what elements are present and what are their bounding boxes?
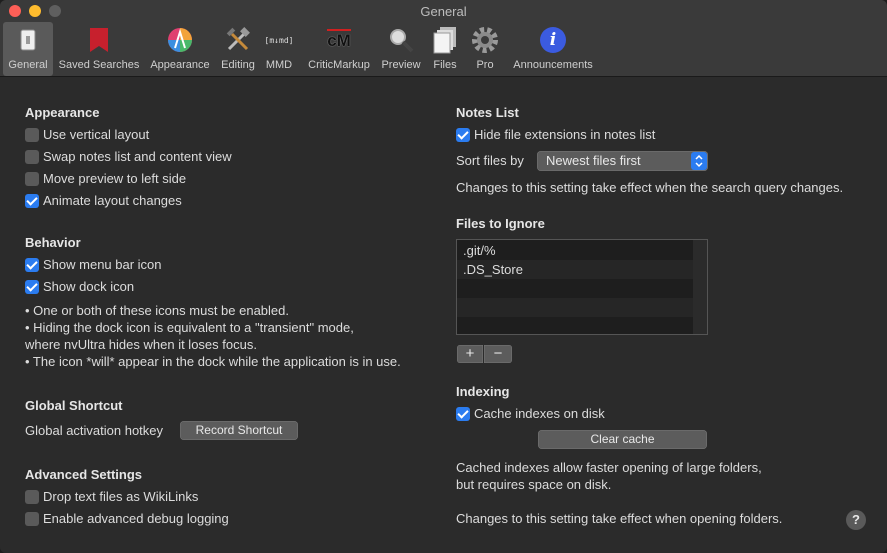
tab-files[interactable]: Files bbox=[428, 22, 462, 76]
list-row-empty bbox=[457, 279, 693, 298]
tab-label: Preview bbox=[381, 59, 421, 71]
general-pane: Appearance Use vertical layout Swap note… bbox=[0, 77, 887, 553]
move-preview-label: Move preview to left side bbox=[43, 171, 187, 186]
drop-wikilinks-label: Drop text files as WikiLinks bbox=[43, 489, 199, 504]
show-menu-bar-icon-checkbox[interactable] bbox=[25, 258, 39, 272]
tab-saved-searches[interactable]: Saved Searches bbox=[55, 22, 143, 76]
use-vertical-layout-label: Use vertical layout bbox=[43, 127, 150, 142]
global-shortcut-heading: Global Shortcut bbox=[25, 398, 123, 413]
bookmark-icon bbox=[84, 25, 114, 55]
indexing-heading: Indexing bbox=[456, 384, 510, 399]
animate-layout-checkbox[interactable] bbox=[25, 194, 39, 208]
tab-pro[interactable]: Pro bbox=[468, 22, 502, 76]
window-title: General bbox=[420, 4, 467, 19]
tab-announcements[interactable]: i Announcements bbox=[508, 22, 598, 76]
general-icon bbox=[13, 25, 43, 55]
help-button[interactable]: ? bbox=[846, 510, 866, 530]
indexing-note: Cached indexes allow faster opening of l… bbox=[456, 460, 762, 475]
add-ignore-button[interactable]: + bbox=[457, 345, 483, 363]
list-row-empty bbox=[457, 317, 693, 334]
use-vertical-layout-checkbox[interactable] bbox=[25, 128, 39, 142]
sort-files-label: Sort files by bbox=[456, 153, 524, 168]
behavior-note: • One or both of these icons must be ena… bbox=[25, 303, 289, 318]
advanced-settings-heading: Advanced Settings bbox=[25, 467, 143, 482]
tab-label: Pro bbox=[476, 59, 494, 71]
debug-logging-checkbox[interactable] bbox=[25, 512, 39, 526]
mmd-icon: [m↓md] bbox=[261, 25, 297, 55]
select-arrows-icon bbox=[691, 152, 707, 170]
remove-ignore-button[interactable]: − bbox=[484, 345, 512, 363]
sort-files-value: Newest files first bbox=[546, 153, 641, 168]
record-shortcut-button[interactable]: Record Shortcut bbox=[180, 421, 298, 440]
tab-label: General bbox=[8, 59, 48, 71]
behavior-note: where nvUltra hides when it loses focus. bbox=[25, 337, 257, 352]
list-scroll-track bbox=[693, 240, 707, 334]
sort-files-note: Changes to this setting take effect when… bbox=[456, 180, 844, 195]
behavior-note: • The icon *will* appear in the dock whi… bbox=[25, 354, 401, 369]
swap-notes-label: Swap notes list and content view bbox=[43, 149, 232, 164]
behavior-heading: Behavior bbox=[25, 235, 81, 250]
tab-label: MMD bbox=[265, 59, 293, 71]
preferences-window: General General Saved Searches Appearanc… bbox=[0, 0, 887, 553]
behavior-note: • Hiding the dock icon is equivalent to … bbox=[25, 320, 354, 335]
color-wheel-icon bbox=[165, 25, 195, 55]
tab-label: Editing bbox=[221, 59, 255, 71]
move-preview-checkbox[interactable] bbox=[25, 172, 39, 186]
drop-wikilinks-checkbox[interactable] bbox=[25, 490, 39, 504]
list-item[interactable]: .git/% bbox=[457, 241, 693, 260]
clear-cache-button[interactable]: Clear cache bbox=[538, 430, 707, 449]
global-hotkey-label: Global activation hotkey bbox=[25, 423, 164, 438]
mmd-icon-text: [m↓md] bbox=[264, 35, 294, 45]
tab-editing[interactable]: Editing bbox=[217, 22, 259, 76]
hide-extensions-label: Hide file extensions in notes list bbox=[474, 127, 656, 142]
list-row-empty bbox=[457, 298, 693, 317]
tab-criticmarkup[interactable]: cM CriticMarkup bbox=[303, 22, 375, 76]
debug-logging-label: Enable advanced debug logging bbox=[43, 511, 229, 526]
tab-label: Announcements bbox=[513, 59, 593, 71]
tab-general[interactable]: General bbox=[3, 22, 53, 76]
info-icon-glyph: i bbox=[549, 30, 557, 50]
tab-label: CriticMarkup bbox=[308, 59, 370, 71]
show-dock-icon-checkbox[interactable] bbox=[25, 280, 39, 294]
magnifier-icon bbox=[386, 25, 416, 55]
swap-notes-checkbox[interactable] bbox=[25, 150, 39, 164]
notes-list-heading: Notes List bbox=[456, 105, 519, 120]
appearance-heading: Appearance bbox=[25, 105, 100, 120]
files-to-ignore-heading: Files to Ignore bbox=[456, 216, 545, 231]
tab-label: Saved Searches bbox=[58, 59, 140, 71]
tab-mmd[interactable]: [m↓md] MMD bbox=[261, 22, 297, 76]
tab-preview[interactable]: Preview bbox=[378, 22, 424, 76]
info-icon: i bbox=[538, 25, 568, 55]
cache-indexes-checkbox[interactable] bbox=[456, 407, 470, 421]
criticmarkup-icon-text: cM bbox=[327, 29, 351, 50]
tab-label: Appearance bbox=[150, 59, 210, 71]
list-item[interactable]: .DS_Store bbox=[457, 260, 693, 279]
preferences-toolbar: General Saved Searches Appearance Editin… bbox=[0, 22, 887, 77]
show-dock-icon-label: Show dock icon bbox=[43, 279, 135, 294]
indexing-note: but requires space on disk. bbox=[456, 477, 612, 492]
title-bar: General bbox=[0, 0, 887, 22]
cache-indexes-label: Cache indexes on disk bbox=[474, 406, 605, 421]
criticmarkup-icon: cM bbox=[324, 25, 354, 55]
tools-icon bbox=[223, 25, 253, 55]
tab-appearance[interactable]: Appearance bbox=[146, 22, 214, 76]
sort-files-select[interactable]: Newest files first bbox=[537, 151, 708, 171]
gear-icon bbox=[470, 25, 500, 55]
show-menu-bar-icon-label: Show menu bar icon bbox=[43, 257, 162, 272]
files-icon bbox=[430, 25, 460, 55]
indexing-note: Changes to this setting take effect when… bbox=[456, 511, 783, 526]
animate-layout-label: Animate layout changes bbox=[43, 193, 182, 208]
tab-label: Files bbox=[433, 59, 457, 71]
hide-extensions-checkbox[interactable] bbox=[456, 128, 470, 142]
files-to-ignore-list[interactable]: .git/% .DS_Store bbox=[456, 239, 708, 335]
